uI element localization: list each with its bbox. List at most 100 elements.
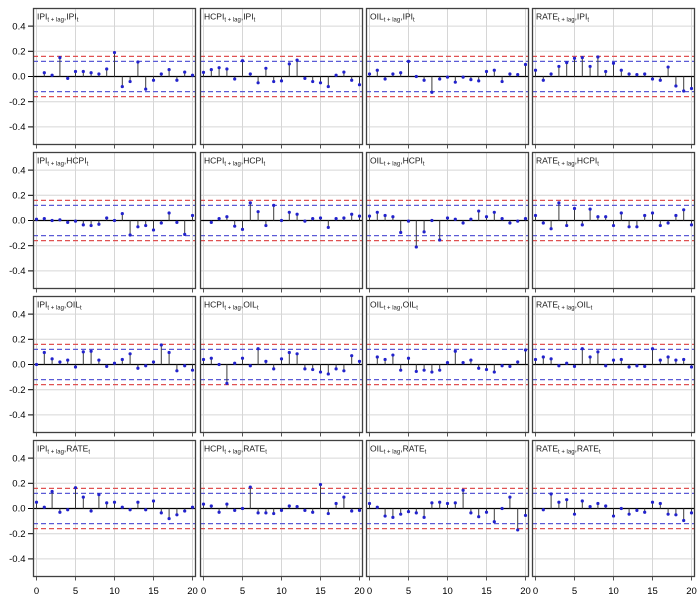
stem-point (500, 217, 504, 221)
stem-point (588, 207, 592, 211)
y-axis-tick-label: 0.2 (12, 479, 25, 490)
stem-point (604, 69, 608, 74)
stem-point (533, 357, 538, 362)
stem-point (279, 508, 284, 512)
stem-point (572, 364, 577, 368)
stem-point (144, 87, 148, 91)
stem-point (318, 370, 323, 374)
stem-point (469, 511, 473, 515)
stem-point (272, 367, 276, 371)
stem-point (406, 356, 411, 360)
stem-point (523, 62, 528, 67)
stem-point (523, 217, 528, 221)
stem-point (50, 357, 54, 361)
stem-point (256, 210, 260, 214)
stem-point (357, 359, 362, 363)
stem-point (233, 361, 237, 365)
stem-point (650, 77, 655, 81)
x-axis-tick-label: 10 (276, 586, 287, 597)
stem-point (619, 357, 623, 362)
stem-point (112, 218, 117, 223)
stem-point (508, 495, 512, 499)
stem-point (295, 58, 299, 62)
stem-point (580, 223, 584, 227)
x-axis-tick-label: 5 (240, 586, 245, 597)
stem-point (318, 482, 323, 487)
stem-point (233, 77, 237, 81)
stem-point (523, 348, 528, 352)
stem-point (209, 67, 213, 72)
y-axis-tick-label: 0.4 (12, 21, 25, 32)
y-axis-tick-label: -0.2 (9, 385, 25, 396)
stem-point (167, 211, 171, 215)
stem-point (42, 71, 46, 75)
stem-point (438, 77, 442, 81)
stem-point (50, 218, 54, 223)
stem-point (414, 511, 418, 515)
stem-point (549, 492, 553, 496)
stem-point (383, 213, 387, 218)
stem-point (635, 73, 639, 77)
stem-point (303, 367, 307, 371)
y-axis-tick-label: 0.0 (12, 360, 25, 371)
stem-point (619, 506, 623, 511)
stem-point (136, 225, 140, 229)
stem-point (445, 361, 450, 365)
stem-point (357, 508, 362, 512)
ccf-panel-OIL-RATE: OILt + lag,RATEt (365, 439, 530, 581)
stem-point (209, 356, 213, 360)
stem-point (375, 68, 379, 72)
stem-point (334, 367, 338, 371)
stem-point (175, 78, 179, 82)
stem-point (209, 220, 213, 224)
stem-point (557, 364, 561, 368)
stem-point (279, 218, 284, 223)
stem-point (484, 510, 489, 514)
stem-point (233, 224, 237, 228)
stem-point (66, 508, 70, 512)
stem-point (674, 513, 678, 517)
stem-point (334, 217, 338, 221)
stem-point (643, 510, 647, 514)
stem-point (248, 72, 252, 76)
stem-point (438, 368, 442, 372)
stem-point (81, 69, 85, 74)
stem-point (66, 358, 70, 362)
stem-point (430, 90, 434, 94)
ccf-matrix-plot: IPIt + lag,IPIt HCPIt + lag,IPIt OILt + la… (9, 7, 697, 597)
stem-point (58, 56, 62, 60)
y-axis-tick-label: 0.2 (12, 335, 25, 346)
stem-point (588, 355, 592, 359)
x-axis-tick-label: 10 (442, 586, 453, 597)
stem-point (508, 72, 512, 76)
stem-point (492, 370, 496, 374)
stem-point (136, 60, 140, 64)
stem-point (318, 81, 323, 85)
stem-point (311, 510, 315, 514)
stem-point (89, 349, 93, 353)
stem-point (159, 72, 163, 76)
stem-point (666, 355, 670, 359)
stem-point (650, 211, 655, 215)
stem-point (596, 501, 600, 506)
stem-point (469, 358, 473, 362)
stem-point (619, 211, 623, 215)
stem-point (549, 72, 553, 76)
ccf-panel-RATE-OIL: RATEt + lag,OILt (531, 295, 696, 437)
ccf-panel-IPI-RATE: IPIt + lag,RATEt (32, 439, 197, 581)
ccf-panel-OIL-OIL: OILt + lag,OILt (365, 295, 530, 437)
x-axis-tick-label: 20 (520, 586, 531, 597)
y-axis-tick-label: -0.4 (9, 122, 25, 133)
stem-point (112, 361, 117, 365)
stem-point (635, 364, 639, 368)
stem-point (484, 367, 489, 372)
stem-point (596, 350, 600, 354)
stem-point (650, 500, 655, 504)
stem-point (144, 508, 148, 512)
stem-point (557, 201, 561, 205)
stem-point (406, 510, 411, 514)
stem-point (89, 509, 93, 513)
stem-point (500, 79, 504, 84)
stem-point (383, 357, 387, 362)
stem-point (175, 220, 179, 224)
